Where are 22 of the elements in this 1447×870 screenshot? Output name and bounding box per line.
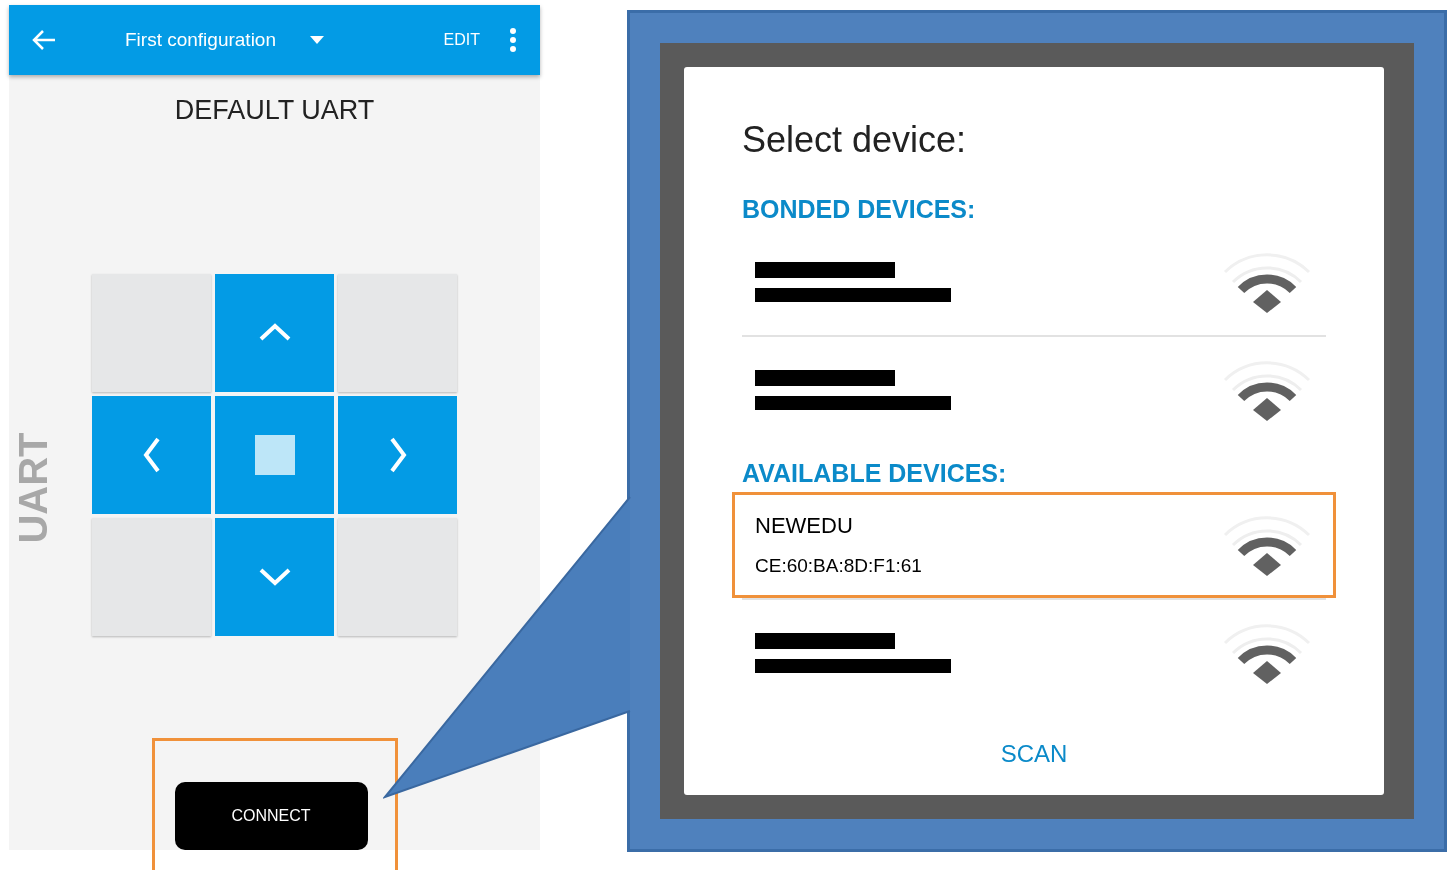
direction-button[interactable] [92,395,211,514]
wifi-icon [1221,513,1313,577]
configuration-dropdown[interactable]: First configuration [125,25,324,55]
scan-button[interactable]: SCAN [1000,736,1068,772]
section-heading: BONDED DEVICES: [742,194,977,225]
config-heading: DEFAULT UART [174,94,375,127]
dialog-title: Select device: [742,118,968,162]
caret-icon [310,36,324,44]
more-icon [510,28,516,52]
edit-button[interactable]: EDIT [443,28,480,52]
more-menu-button[interactable] [510,28,516,52]
wifi-icon [1221,621,1313,685]
direction-button[interactable] [338,395,457,514]
section-heading: AVAILABLE DEVICES: [742,457,1008,489]
device-address: CE:60:BA:8D:F1:61 [755,554,922,579]
stop-icon [254,434,295,475]
uart-side-label: UART [10,431,56,544]
device-row[interactable]: NEWEDU CE:60:BA:8D:F1:61 [732,492,1336,598]
connect-button[interactable]: CONNECT [174,782,368,850]
back-arrow-icon [31,29,57,51]
direction-button[interactable] [215,395,334,514]
device-name: NEWEDU [755,512,854,541]
